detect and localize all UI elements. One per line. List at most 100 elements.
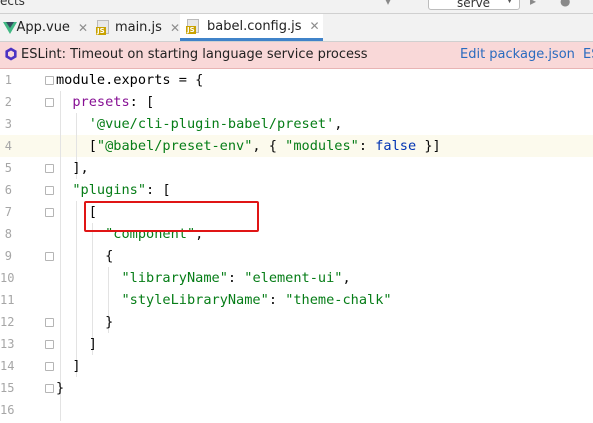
tab-label: App.vue — [16, 20, 70, 35]
run-configuration-select[interactable]: serve ▼ — [428, 0, 520, 10]
hammer-icon[interactable]: ▾ — [385, 0, 399, 8]
code-line[interactable]: } — [56, 377, 64, 399]
code-token: "styleLibraryName" — [121, 292, 269, 308]
fold-marker[interactable] — [45, 318, 54, 327]
code-line[interactable]: "plugins": [ — [56, 179, 171, 201]
debug-icon[interactable]: ● — [560, 0, 574, 8]
close-icon[interactable]: ✕ — [78, 21, 88, 35]
code-token: "plugins" — [72, 182, 147, 198]
code-token: ] — [56, 336, 97, 352]
code-token: "element-ui" — [244, 270, 343, 286]
annotation-highlight-box — [84, 201, 259, 232]
code-line[interactable]: ["@babel/preset-env", { "modules": false… — [56, 135, 441, 157]
close-icon[interactable]: ✕ — [170, 21, 180, 35]
line-number: 5 — [4, 161, 12, 175]
eslint-notification-banner: ESLint: Timeout on starting language ser… — [0, 42, 593, 69]
tab-main-js[interactable]: JS main.js ✕ — [96, 14, 180, 41]
line-number: 7 — [4, 205, 12, 219]
vue-file-icon — [2, 20, 17, 35]
code-line[interactable]: "libraryName": "element-ui", — [56, 267, 351, 289]
code-token: , — [334, 116, 343, 132]
line-number: 9 — [4, 249, 12, 263]
line-number: 13 — [0, 337, 15, 351]
top-toolbar: ects ▾ serve ▼ ▸ ● — [0, 0, 593, 14]
line-number: 4 — [4, 139, 12, 153]
line-number: 15 — [0, 381, 15, 395]
line-number: 1 — [4, 73, 12, 87]
code-token: } — [56, 380, 65, 396]
eslint-settings-link[interactable]: ES — [583, 47, 593, 62]
code-token: [ — [56, 138, 97, 154]
tab-label: main.js — [114, 20, 162, 35]
code-token: "libraryName" — [121, 270, 228, 286]
js-file-icon: JS — [186, 18, 201, 34]
fold-marker[interactable] — [45, 76, 54, 85]
code-token: ] — [56, 358, 81, 374]
code-token: presets — [72, 94, 130, 110]
code-line[interactable]: presets: [ — [56, 91, 154, 113]
code-token: "@babel/preset-env" — [96, 138, 253, 154]
fold-marker[interactable] — [45, 384, 54, 393]
line-number: 3 — [4, 117, 12, 131]
code-token: = { — [170, 72, 204, 88]
chevron-down-icon: ▼ — [506, 0, 513, 5]
line-number: 14 — [0, 359, 15, 373]
banner-message: ESLint: Timeout on starting language ser… — [21, 47, 368, 62]
eslint-icon — [5, 47, 17, 61]
code-line[interactable]: ] — [56, 355, 81, 377]
fold-marker[interactable] — [45, 340, 54, 349]
code-token: : — [268, 292, 286, 308]
close-icon[interactable]: ✕ — [310, 19, 320, 33]
code-token: } — [56, 314, 114, 330]
code-token: "modules" — [285, 138, 359, 154]
line-number: 10 — [0, 271, 15, 285]
line-number: 8 — [4, 227, 12, 241]
edit-package-json-link[interactable]: Edit package.json — [460, 47, 575, 62]
js-file-icon: JS — [96, 20, 109, 35]
code-token: , { — [252, 138, 286, 154]
code-line[interactable]: } — [56, 311, 113, 333]
code-line[interactable]: { — [56, 245, 113, 267]
fold-marker[interactable] — [45, 98, 54, 107]
project-title-fragment: ects — [0, 0, 25, 8]
code-token: , — [342, 270, 351, 286]
line-number: 6 — [4, 183, 12, 197]
code-editor[interactable]: 1 2 3 4 5 6 7 8 9 10 11 12 13 14 15 16 module.exports =… — [0, 69, 593, 423]
code-line[interactable]: module.exports = { — [56, 69, 203, 91]
run-configuration-label: serve — [457, 0, 491, 10]
fold-marker[interactable] — [45, 252, 54, 261]
code-line[interactable]: ] — [56, 333, 97, 355]
line-number: 2 — [4, 95, 12, 109]
code-token: false — [375, 138, 417, 154]
code-token: : [ — [146, 182, 171, 198]
code-line[interactable]: "styleLibraryName": "theme-chalk" — [56, 289, 392, 311]
code-token: : [ — [129, 94, 155, 110]
code-token: '@vue/cli-plugin-babel/preset' — [88, 116, 335, 132]
code-token: module.exports — [56, 72, 171, 88]
code-token: }] — [416, 138, 441, 154]
code-token: ], — [56, 160, 89, 176]
fold-marker[interactable] — [45, 208, 54, 217]
code-token: : — [358, 138, 376, 154]
code-token: { — [56, 248, 114, 264]
tab-app-vue[interactable]: App.vue ✕ — [0, 14, 88, 41]
code-token: "theme-chalk" — [285, 292, 392, 308]
tab-babel-config-js[interactable]: JS babel.config.js ✕ — [180, 14, 323, 41]
fold-marker[interactable] — [45, 164, 54, 173]
line-number: 12 — [0, 315, 15, 329]
editor-tab-bar: App.vue ✕ JS main.js ✕ JS babel.config.j… — [0, 14, 593, 42]
code-line[interactable]: ], — [56, 157, 89, 179]
line-number: 11 — [0, 293, 15, 307]
code-line[interactable]: '@vue/cli-plugin-babel/preset', — [56, 113, 343, 135]
tab-label: babel.config.js — [207, 18, 302, 34]
fold-marker[interactable] — [45, 362, 54, 371]
fold-marker[interactable] — [45, 186, 54, 195]
run-icon[interactable]: ▸ — [530, 0, 544, 8]
code-token: : — [227, 270, 245, 286]
line-number: 16 — [0, 403, 15, 417]
